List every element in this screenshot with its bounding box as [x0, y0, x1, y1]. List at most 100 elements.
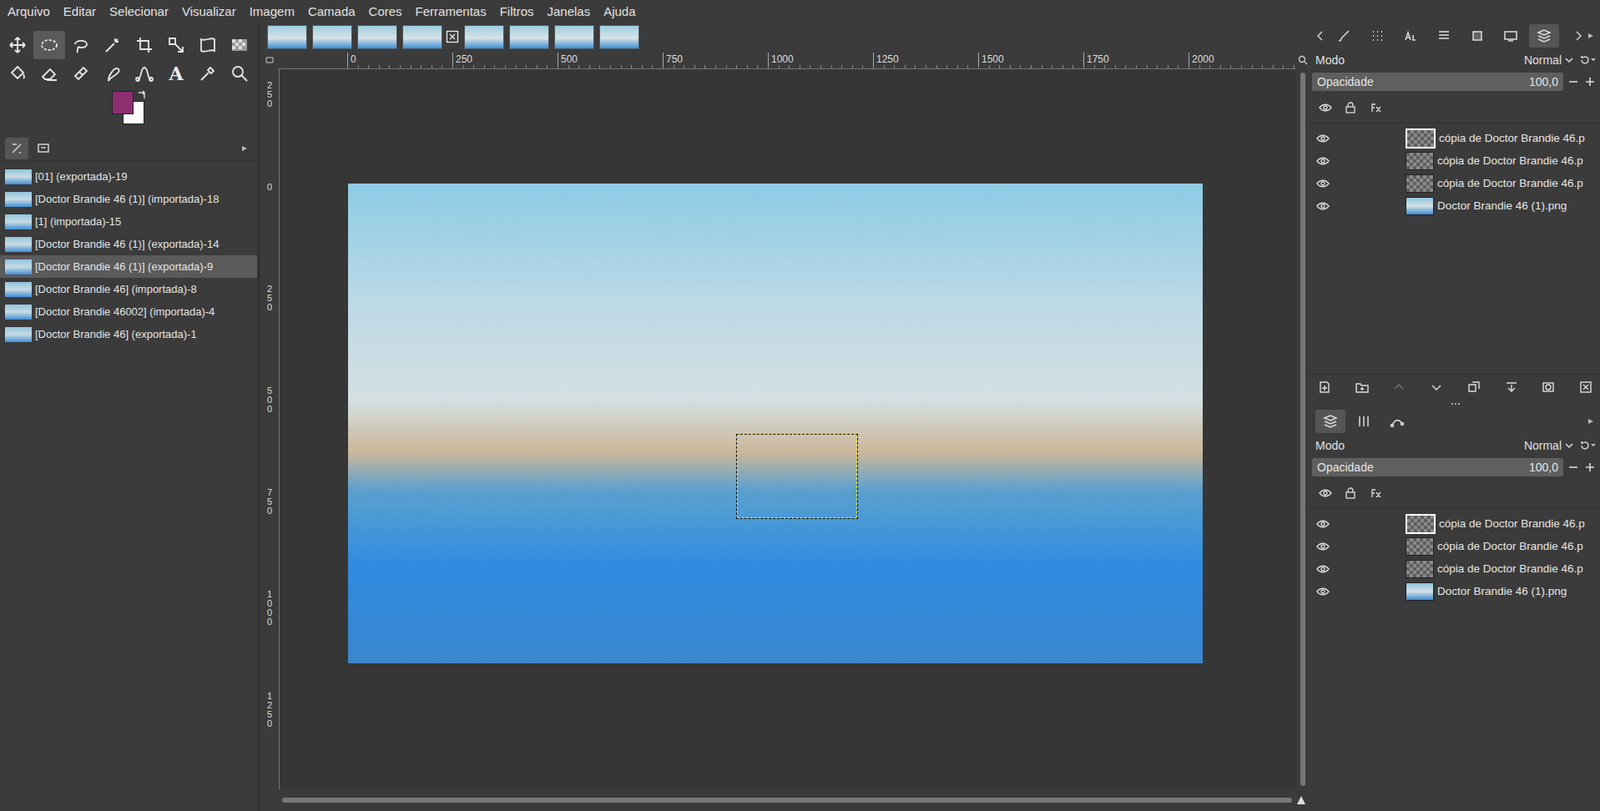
layer-row[interactable]: cópia de Doctor Brandie 46.p — [1310, 557, 1600, 581]
layer-row[interactable]: Doctor Brandie 46 (1).png — [1310, 194, 1600, 218]
dock-tab[interactable] — [5, 137, 29, 160]
tool-button[interactable]: A — [160, 59, 192, 88]
image-list-item[interactable]: [1] (importada)-15 — [0, 210, 258, 233]
menu-item[interactable]: Selecionar — [102, 4, 176, 19]
eye-icon[interactable] — [1316, 199, 1330, 213]
opacity-slider[interactable]: Opacidade 100,0 — [1312, 72, 1564, 91]
layer-row[interactable]: cópia de Doctor Brandie 46.p — [1310, 126, 1600, 150]
up-icon[interactable] — [1391, 379, 1407, 395]
dock-menu-icon[interactable] — [1586, 31, 1595, 41]
dock-tab[interactable] — [1395, 24, 1426, 48]
image-tab[interactable] — [402, 24, 460, 50]
menu-item[interactable]: Cores — [362, 4, 409, 19]
image-tab[interactable] — [357, 24, 398, 50]
eye-icon[interactable] — [1316, 154, 1330, 168]
eye-icon[interactable] — [1316, 517, 1330, 531]
reset-mode-icon[interactable] — [1578, 439, 1597, 453]
eye-icon[interactable] — [1316, 176, 1330, 191]
image-list-item[interactable]: [Doctor Brandie 46 (1)] (exportada)-9 — [0, 255, 258, 278]
delete-icon[interactable] — [1578, 379, 1594, 395]
selection-marquee[interactable] — [736, 434, 858, 519]
scroll-right-icon[interactable] — [1573, 30, 1584, 42]
vertical-scrollbar[interactable] — [1295, 69, 1311, 790]
tool-button[interactable] — [96, 59, 129, 88]
merge-icon[interactable] — [1504, 379, 1520, 395]
minus-icon[interactable] — [1566, 75, 1580, 89]
dock-tab[interactable] — [1362, 24, 1393, 48]
menu-item[interactable]: Arquivo — [0, 4, 57, 19]
tool-button[interactable] — [96, 30, 129, 60]
canvas[interactable] — [279, 69, 1296, 790]
tool-button[interactable] — [191, 59, 224, 88]
menu-item[interactable]: Ajuda — [596, 4, 642, 19]
image-list-item[interactable]: [Doctor Brandie 46] (importada)-8 — [0, 277, 258, 301]
dock-tab[interactable] — [1328, 24, 1359, 48]
tool-button[interactable] — [191, 30, 224, 60]
layer-row[interactable]: cópia de Doctor Brandie 46.p — [1310, 512, 1600, 536]
eye-icon[interactable] — [1316, 131, 1330, 146]
mode-dropdown[interactable]: Normal — [1524, 439, 1574, 453]
menu-item[interactable]: Imagem — [242, 4, 302, 19]
tool-button[interactable] — [1, 30, 34, 60]
pane-separator[interactable] — [1310, 399, 1600, 409]
dock-menu-icon[interactable] — [1586, 417, 1595, 426]
mask-icon[interactable] — [1540, 379, 1556, 395]
group-icon[interactable] — [1354, 379, 1370, 395]
image-tab[interactable] — [464, 24, 505, 50]
dock-tab[interactable] — [31, 137, 56, 160]
image-tab[interactable] — [554, 24, 595, 50]
layer-row[interactable]: cópia de Doctor Brandie 46.p — [1310, 171, 1600, 195]
menu-item[interactable]: Camada — [301, 4, 363, 19]
navigate-corner[interactable] — [260, 791, 279, 810]
zoom-corner[interactable] — [1295, 50, 1311, 70]
dock-menu-icon[interactable] — [240, 144, 249, 153]
tool-button[interactable] — [128, 59, 161, 88]
eye-icon[interactable] — [1316, 585, 1330, 599]
menu-item[interactable]: Ferramentas — [408, 4, 494, 19]
tool-button[interactable] — [33, 59, 66, 88]
scroll-left-icon[interactable] — [1315, 30, 1326, 42]
image-tab[interactable] — [267, 24, 308, 50]
horizontal-scrollbar[interactable] — [282, 797, 1293, 803]
dock-tab[interactable] — [1348, 409, 1379, 434]
mode-dropdown[interactable]: Normal — [1524, 53, 1574, 67]
tool-button[interactable] — [1, 59, 34, 88]
opacity-slider[interactable]: Opacidade 100,0 — [1312, 458, 1564, 477]
menu-item[interactable]: Filtros — [493, 4, 541, 19]
close-tab-icon[interactable] — [445, 30, 460, 44]
tool-button[interactable] — [65, 59, 97, 88]
image-tab[interactable] — [509, 24, 550, 50]
eye-icon[interactable] — [1316, 540, 1330, 554]
image-list-item[interactable]: [Doctor Brandie 46002] (importada)-4 — [0, 300, 258, 324]
dock-tab[interactable] — [1462, 24, 1493, 48]
dock-tab[interactable] — [1529, 24, 1560, 48]
down-icon[interactable] — [1428, 379, 1444, 395]
dock-tab[interactable] — [1428, 24, 1459, 48]
tool-button[interactable] — [128, 30, 161, 60]
navigate-icon[interactable] — [1295, 794, 1308, 807]
image-tab[interactable] — [312, 24, 353, 50]
reset-mode-icon[interactable] — [1578, 53, 1597, 67]
tool-button[interactable] — [160, 30, 192, 60]
minus-icon[interactable] — [1566, 460, 1580, 475]
plus-icon[interactable] — [1583, 460, 1597, 475]
new-icon[interactable] — [1317, 379, 1333, 395]
dock-tab[interactable] — [1495, 24, 1526, 48]
menu-item[interactable]: Visualizar — [175, 4, 243, 19]
image-tab[interactable] — [599, 24, 640, 50]
image-list-item[interactable]: [01] (exportada)-19 — [0, 165, 258, 188]
eye-icon[interactable] — [1316, 562, 1330, 576]
tool-button[interactable] — [65, 30, 97, 60]
menu-item[interactable]: Editar — [56, 4, 103, 19]
tool-button[interactable] — [223, 30, 256, 60]
duplicate-icon[interactable] — [1466, 379, 1482, 395]
image-list-item[interactable]: [Doctor Brandie 46 (1)] (importada)-18 — [0, 187, 258, 211]
image-list-item[interactable]: [Doctor Brandie 46] (exportada)-1 — [0, 323, 258, 346]
menu-item[interactable]: Janelas — [540, 4, 597, 19]
dock-tab[interactable] — [1382, 409, 1413, 434]
dock-tab[interactable] — [1315, 409, 1346, 434]
layer-row[interactable]: cópia de Doctor Brandie 46.p — [1310, 149, 1600, 172]
tool-button[interactable] — [33, 30, 66, 60]
layer-row[interactable]: cópia de Doctor Brandie 46.p — [1310, 535, 1600, 558]
quick-mask-corner[interactable] — [260, 50, 279, 70]
